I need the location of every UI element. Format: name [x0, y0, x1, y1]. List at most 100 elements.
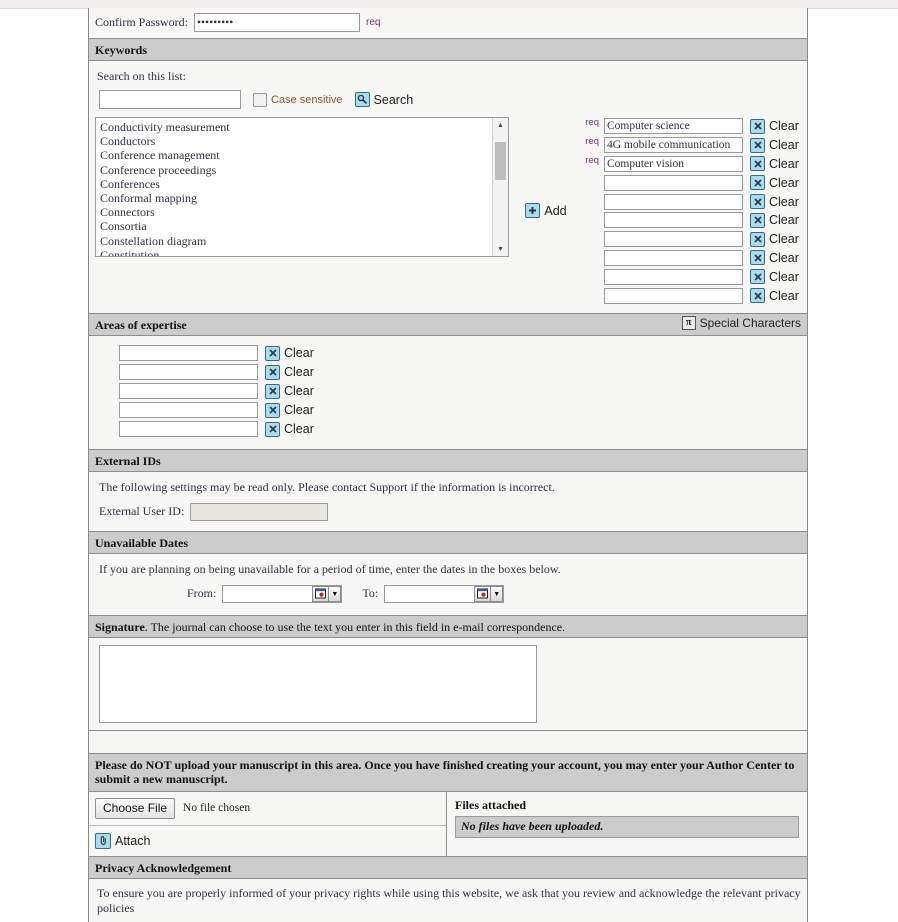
clear-label: Clear [284, 346, 314, 361]
keywords-section-body: Search on this list: Case sensitive Sear… [89, 61, 807, 313]
clear-keyword-button[interactable]: Clear [750, 118, 799, 134]
keyword-search-button[interactable]: Search [354, 92, 413, 107]
expertise-section-body: Clear Clear Clear Clear Clear [89, 335, 807, 449]
chevron-down-icon[interactable]: ▼ [491, 585, 504, 602]
scroll-down-arrow-icon[interactable]: ▼ [493, 242, 508, 256]
required-marker [583, 267, 599, 268]
calendar-icon[interactable] [474, 585, 492, 602]
clear-keyword-button[interactable]: Clear [750, 137, 799, 153]
list-item[interactable]: Consortia [96, 219, 508, 233]
signature-textarea[interactable] [99, 644, 537, 723]
clear-keyword-button[interactable]: Clear [750, 194, 799, 210]
unavailable-dates-heading-label: Unavailable Dates [95, 535, 188, 550]
expertise-field-row: Clear [119, 401, 801, 420]
clear-expertise-button[interactable]: Clear [265, 383, 314, 399]
clear-label: Clear [769, 138, 799, 153]
attach-button[interactable]: Attach [89, 826, 446, 856]
clear-keyword-button[interactable]: Clear [750, 175, 799, 191]
case-sensitive-checkbox[interactable] [253, 92, 267, 107]
from-date-input[interactable] [223, 585, 313, 602]
pi-icon: π [681, 315, 696, 330]
add-keyword-button[interactable]: Add [525, 203, 567, 219]
external-user-id-input[interactable] [190, 502, 329, 521]
file-chooser-row: Choose File No file chosen [89, 792, 446, 826]
special-characters-label: Special Characters [699, 315, 801, 330]
expertise-input[interactable] [119, 421, 258, 438]
keyword-input[interactable] [604, 212, 743, 229]
list-item[interactable]: Connectors [96, 205, 508, 219]
confirm-password-label: Confirm Password: [95, 15, 188, 29]
calendar-icon[interactable] [312, 585, 330, 602]
keyword-input[interactable] [604, 287, 743, 304]
clear-keyword-button[interactable]: Clear [750, 288, 799, 304]
clear-expertise-button[interactable]: Clear [265, 402, 314, 418]
required-marker [583, 249, 599, 250]
clear-keyword-button[interactable]: Clear [750, 156, 799, 172]
keyword-input[interactable] [604, 193, 743, 210]
expertise-section-header: Areas of expertise π Special Characters [89, 312, 807, 336]
list-item[interactable]: Conferences [96, 177, 508, 191]
expertise-input[interactable] [119, 345, 258, 362]
confirm-password-input[interactable] [194, 13, 360, 32]
external-user-id-row: External User ID: [99, 502, 801, 521]
upload-warning-banner: Please do NOT upload your manuscript in … [89, 752, 807, 792]
signature-heading-label: Signature [95, 619, 145, 634]
clear-label: Clear [769, 269, 799, 284]
clear-label: Clear [769, 156, 799, 171]
expertise-input[interactable] [119, 364, 258, 381]
clear-keyword-button[interactable]: Clear [750, 212, 799, 228]
to-date-label: To: [362, 586, 379, 601]
keyword-input[interactable] [604, 155, 743, 172]
keyword-search-label: Search on this list: [97, 69, 186, 83]
clear-label: Clear [769, 250, 799, 265]
scroll-up-arrow-icon[interactable]: ▲ [493, 118, 508, 132]
keyword-input[interactable] [604, 268, 743, 285]
from-date-field[interactable]: ▼ [222, 584, 343, 603]
confirm-password-required-marker: req [366, 17, 381, 28]
keyword-input[interactable] [604, 174, 743, 191]
date-range-row: From: ▼ To: ▼ [187, 584, 801, 603]
list-item[interactable]: Conference proceedings [96, 163, 508, 177]
keyword-list-box[interactable]: Conductivity measurement Conductors Conf… [95, 117, 509, 257]
list-item[interactable]: Constellation diagram [96, 234, 508, 248]
keyword-input[interactable] [604, 118, 743, 135]
list-item[interactable]: Conductivity measurement [96, 120, 508, 134]
expertise-field-row: Clear [119, 344, 801, 363]
clear-label: Clear [769, 194, 799, 209]
clear-keyword-button[interactable]: Clear [750, 231, 799, 247]
x-icon [265, 421, 280, 437]
keyword-input[interactable] [604, 231, 743, 248]
clear-expertise-button[interactable]: Clear [265, 345, 314, 361]
clear-label: Clear [769, 232, 799, 247]
required-marker: req [585, 135, 599, 147]
keyword-search-row: Case sensitive Search [95, 90, 801, 109]
keyword-search-input[interactable] [99, 90, 241, 109]
required-marker [583, 286, 599, 287]
choose-file-button[interactable]: Choose File [95, 797, 176, 819]
clear-keyword-button[interactable]: Clear [750, 269, 799, 285]
clear-expertise-button[interactable]: Clear [265, 421, 314, 437]
clear-expertise-button[interactable]: Clear [265, 364, 314, 380]
keyword-input[interactable] [604, 137, 743, 154]
special-characters-button[interactable]: π Special Characters [681, 315, 801, 330]
signature-section-header: Signature. The journal can choose to use… [89, 614, 807, 638]
keyword-field-row: req Clear [583, 117, 801, 136]
expertise-input[interactable] [119, 402, 258, 419]
keyword-field-row: Clear [583, 230, 801, 249]
keyword-input[interactable] [604, 249, 743, 266]
list-item[interactable]: Constitution [96, 248, 508, 256]
list-item[interactable]: Conformal mapping [96, 191, 508, 205]
scrollbar-thumb[interactable] [495, 142, 506, 180]
list-item[interactable]: Conference management [96, 148, 508, 162]
external-ids-section-header: External IDs [89, 448, 807, 472]
to-date-field[interactable]: ▼ [384, 584, 505, 603]
expertise-input[interactable] [119, 383, 258, 400]
keyword-list-scrollbar[interactable]: ▲ ▼ [492, 118, 508, 256]
no-file-chosen-label: No file chosen [183, 802, 251, 815]
keyword-list: Conductivity measurement Conductors Conf… [96, 118, 508, 256]
required-marker: req [585, 117, 599, 128]
chevron-down-icon[interactable]: ▼ [329, 585, 342, 602]
list-item[interactable]: Conductors [96, 134, 508, 148]
clear-keyword-button[interactable]: Clear [750, 250, 799, 266]
to-date-input[interactable] [385, 585, 475, 602]
